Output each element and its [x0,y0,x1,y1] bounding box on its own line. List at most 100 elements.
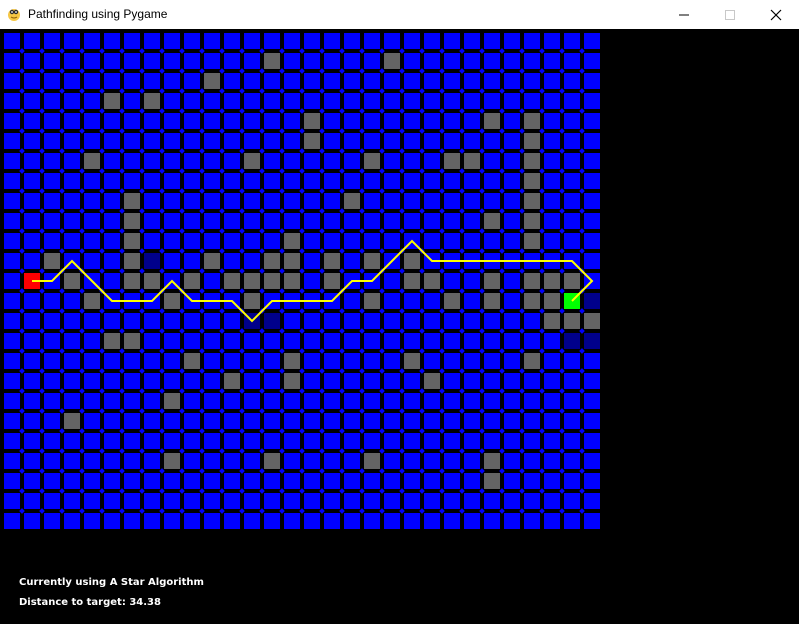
open-cell[interactable] [364,133,380,149]
open-cell[interactable] [344,253,360,269]
open-cell[interactable] [224,413,240,429]
open-cell[interactable] [584,393,600,409]
open-cell[interactable] [284,473,300,489]
open-cell[interactable] [204,213,220,229]
open-cell[interactable] [144,113,160,129]
open-cell[interactable] [464,113,480,129]
open-cell[interactable] [504,513,520,529]
open-cell[interactable] [324,493,340,509]
open-cell[interactable] [144,513,160,529]
open-cell[interactable] [544,353,560,369]
minimize-button[interactable] [661,0,707,29]
open-cell[interactable] [4,353,20,369]
open-cell[interactable] [364,313,380,329]
open-cell[interactable] [64,33,80,49]
open-cell[interactable] [344,213,360,229]
open-cell[interactable] [344,393,360,409]
open-cell[interactable] [364,513,380,529]
wall-cell[interactable] [184,273,200,289]
wall-cell[interactable] [304,133,320,149]
open-cell[interactable] [384,453,400,469]
open-cell[interactable] [44,313,60,329]
open-cell[interactable] [164,373,180,389]
open-cell[interactable] [304,433,320,449]
game-canvas[interactable]: Currently using A Star Algorithm Distanc… [0,29,799,624]
open-cell[interactable] [164,353,180,369]
wall-cell[interactable] [524,213,540,229]
open-cell[interactable] [24,93,40,109]
open-cell[interactable] [264,93,280,109]
open-cell[interactable] [384,313,400,329]
open-cell[interactable] [44,193,60,209]
open-cell[interactable] [224,353,240,369]
wall-cell[interactable] [464,153,480,169]
open-cell[interactable] [324,313,340,329]
open-cell[interactable] [544,73,560,89]
open-cell[interactable] [364,213,380,229]
open-cell[interactable] [64,493,80,509]
open-cell[interactable] [164,193,180,209]
open-cell[interactable] [24,353,40,369]
wall-cell[interactable] [124,333,140,349]
open-cell[interactable] [224,333,240,349]
open-cell[interactable] [384,333,400,349]
open-cell[interactable] [384,233,400,249]
open-cell[interactable] [384,73,400,89]
open-cell[interactable] [504,133,520,149]
open-cell[interactable] [184,33,200,49]
wall-cell[interactable] [444,293,460,309]
open-cell[interactable] [84,353,100,369]
open-cell[interactable] [144,333,160,349]
open-cell[interactable] [164,213,180,229]
open-cell[interactable] [324,33,340,49]
open-cell[interactable] [124,493,140,509]
open-cell[interactable] [364,173,380,189]
open-cell[interactable] [184,473,200,489]
open-cell[interactable] [224,133,240,149]
open-cell[interactable] [244,433,260,449]
open-cell[interactable] [424,153,440,169]
open-cell[interactable] [484,393,500,409]
open-cell[interactable] [304,373,320,389]
wall-cell[interactable] [484,113,500,129]
open-cell[interactable] [44,493,60,509]
open-cell[interactable] [284,73,300,89]
open-cell[interactable] [404,333,420,349]
open-cell[interactable] [584,213,600,229]
open-cell[interactable] [444,173,460,189]
open-cell[interactable] [104,373,120,389]
open-cell[interactable] [304,153,320,169]
open-cell[interactable] [224,473,240,489]
open-cell[interactable] [84,433,100,449]
open-cell[interactable] [544,413,560,429]
open-cell[interactable] [104,133,120,149]
open-cell[interactable] [284,133,300,149]
open-cell[interactable] [204,473,220,489]
open-cell[interactable] [84,133,100,149]
open-cell[interactable] [144,193,160,209]
open-cell[interactable] [484,193,500,209]
open-cell[interactable] [204,373,220,389]
open-cell[interactable] [164,73,180,89]
open-cell[interactable] [84,33,100,49]
open-cell[interactable] [4,233,20,249]
open-cell[interactable] [564,173,580,189]
open-cell[interactable] [104,413,120,429]
open-cell[interactable] [144,313,160,329]
open-cell[interactable] [504,453,520,469]
open-cell[interactable] [364,393,380,409]
open-cell[interactable] [404,193,420,209]
wall-cell[interactable] [124,193,140,209]
open-cell[interactable] [344,293,360,309]
open-cell[interactable] [284,173,300,189]
open-cell[interactable] [344,73,360,89]
open-cell[interactable] [124,433,140,449]
open-cell[interactable] [44,513,60,529]
open-cell[interactable] [144,233,160,249]
open-cell[interactable] [284,153,300,169]
open-cell[interactable] [164,133,180,149]
open-cell[interactable] [164,313,180,329]
open-cell[interactable] [384,213,400,229]
open-cell[interactable] [264,153,280,169]
open-cell[interactable] [44,373,60,389]
